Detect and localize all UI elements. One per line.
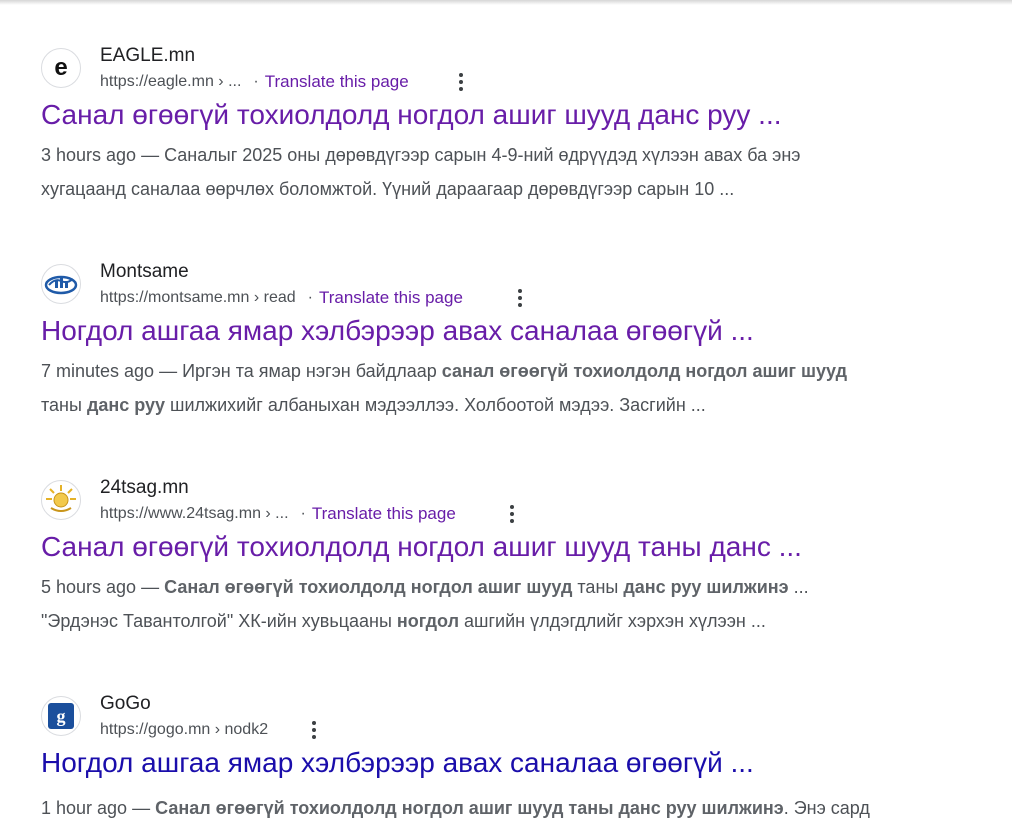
eagle-e-icon[interactable]: e — [41, 48, 81, 88]
snippet-line: 1 hour ago — Санал өгөөгүй тохиолдолд но… — [41, 798, 870, 818]
url-row: https://gogo.mn › nodk2 — [100, 719, 268, 741]
more-options-icon[interactable] — [510, 284, 530, 312]
separator-dot: · — [300, 505, 306, 522]
snippet-line: хугацаанд саналаа өөрчлөх боломжтой. Үүн… — [41, 179, 735, 199]
url-row: https://montsame.mn › read · Translate t… — [100, 287, 463, 309]
result-url[interactable]: https://gogo.mn › nodk2 — [100, 721, 268, 739]
result-url[interactable]: https://montsame.mn › read — [100, 289, 296, 307]
site-name[interactable]: GoGo — [100, 692, 151, 716]
result-url[interactable]: https://eagle.mn › ... — [100, 73, 241, 91]
snippet-line: 7 minutes ago — Иргэн та ямар нэгэн байд… — [41, 361, 848, 381]
svg-text:g: g — [57, 706, 66, 726]
snippet-line: 3 hours ago — Саналыг 2025 оны дөрөвдүгэ… — [41, 145, 801, 165]
montsame-globe-icon[interactable] — [41, 264, 81, 304]
more-options-icon[interactable] — [451, 68, 471, 96]
search-result: 24tsag.mn https://www.24tsag.mn › ... · … — [41, 476, 1012, 676]
separator-dot: · — [253, 73, 259, 90]
result-snippet: 1 hour ago — Санал өгөөгүй тохиолдолд но… — [41, 791, 996, 825]
search-result: g GoGo https://gogo.mn › nodk2 Ногдол аш… — [41, 692, 1012, 818]
result-title-link[interactable]: Санал өгөөгүй тохиолдолд ногдол ашиг шуу… — [41, 530, 802, 564]
result-title-link[interactable]: Ногдол ашгаа ямар хэлбэрээр авах саналаа… — [41, 746, 754, 780]
translate-link[interactable]: Translate this page — [265, 72, 409, 92]
result-snippet: 3 hours ago — Саналыг 2025 оны дөрөвдүгэ… — [41, 138, 996, 206]
more-options-icon[interactable] — [304, 716, 324, 744]
url-row: https://www.24tsag.mn › ... · Translate … — [100, 503, 456, 525]
separator-dot: · — [307, 289, 313, 306]
site-name[interactable]: EAGLE.mn — [100, 44, 195, 68]
gogo-g-icon[interactable]: g — [41, 696, 81, 736]
snippet-line: "Эрдэнэс Тавантолгой" ХК-ийн хувьцааны н… — [41, 611, 766, 631]
svg-text:e: e — [54, 54, 67, 81]
result-url[interactable]: https://www.24tsag.mn › ... — [100, 505, 289, 523]
result-title-link[interactable]: Ногдол ашгаа ямар хэлбэрээр авах саналаа… — [41, 314, 754, 348]
more-options-icon[interactable] — [502, 500, 522, 528]
search-result: e EAGLE.mn https://eagle.mn › ... · Tran… — [41, 44, 1012, 244]
snippet-line: 5 hours ago — Санал өгөөгүй тохиолдолд н… — [41, 577, 809, 597]
result-date: 3 hours ago — [41, 145, 137, 165]
result-date: 5 hours ago — [41, 577, 137, 597]
result-title-link[interactable]: Санал өгөөгүй тохиолдолд ногдол ашиг шуу… — [41, 98, 782, 132]
snippet-line: таны данс руу шилжихийг албаныхан мэдээл… — [41, 395, 706, 415]
result-snippet: 5 hours ago — Санал өгөөгүй тохиолдолд н… — [41, 570, 996, 638]
result-date: 1 hour ago — [41, 798, 128, 818]
result-date: 7 minutes ago — [41, 361, 155, 381]
24tsag-sun-icon[interactable] — [41, 480, 81, 520]
translate-link[interactable]: Translate this page — [319, 288, 463, 308]
translate-link[interactable]: Translate this page — [312, 504, 456, 524]
search-result: Montsame https://montsame.mn › read · Tr… — [41, 260, 1012, 460]
url-row: https://eagle.mn › ... · Translate this … — [100, 71, 409, 93]
site-name[interactable]: Montsame — [100, 260, 189, 284]
result-snippet: 7 minutes ago — Иргэн та ямар нэгэн байд… — [41, 354, 996, 422]
top-shadow — [0, 0, 1012, 5]
site-name[interactable]: 24tsag.mn — [100, 476, 189, 500]
